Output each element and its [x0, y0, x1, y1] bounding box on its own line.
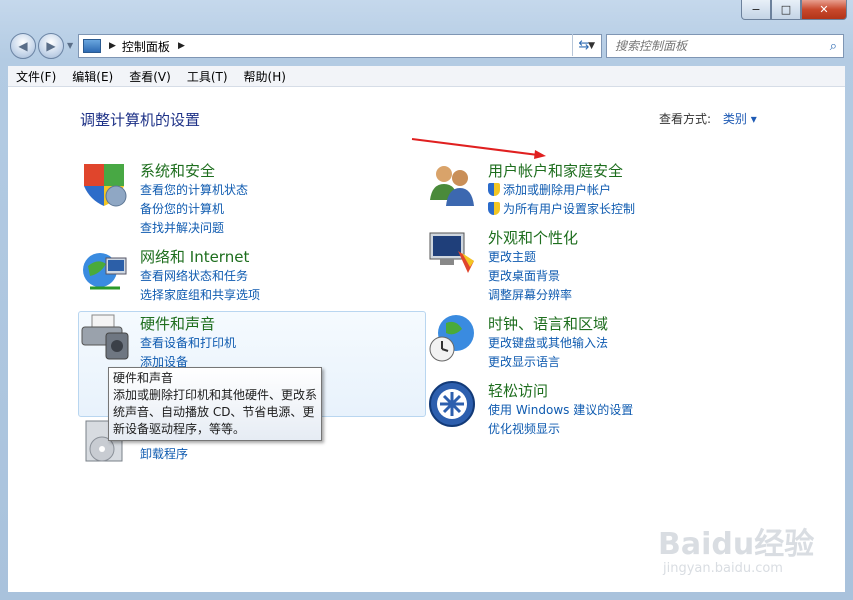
- link-parental-controls[interactable]: 为所有用户设置家长控制: [488, 200, 635, 217]
- category-title[interactable]: 外观和个性化: [488, 227, 578, 248]
- category-title[interactable]: 用户帐户和家庭安全: [488, 160, 623, 181]
- breadcrumb-separator-icon[interactable]: ▶: [109, 41, 116, 51]
- link-change-display-language[interactable]: 更改显示语言: [488, 353, 560, 370]
- back-button[interactable]: ◀: [10, 33, 36, 59]
- control-panel-window: − □ ✕ ◀ ▶ ▼ ▶ 控制面板 ▶ ▼ ⇆ ⌕ 文件(F) 编辑(E) 查…: [0, 0, 853, 600]
- users-icon: [430, 166, 474, 206]
- category-title[interactable]: 系统和安全: [140, 160, 215, 181]
- search-icon[interactable]: ⌕: [830, 39, 837, 54]
- menu-bar: 文件(F) 编辑(E) 查看(V) 工具(T) 帮助(H): [8, 66, 845, 87]
- page-title: 调整计算机的设置: [80, 111, 201, 129]
- category-title[interactable]: 轻松访问: [488, 380, 548, 401]
- refresh-button[interactable]: ⇆: [572, 34, 595, 56]
- link-change-desktop-background[interactable]: 更改桌面背景: [488, 267, 560, 284]
- clock-globe-icon: [429, 315, 474, 362]
- category-clock-language-region: 时钟、语言和区域 更改键盘或其他输入法 更改显示语言: [428, 313, 728, 371]
- caption-buttons: − □ ✕: [741, 0, 847, 20]
- link-view-computer-status[interactable]: 查看您的计算机状态: [140, 181, 248, 198]
- link-windows-recommended-settings[interactable]: 使用 Windows 建议的设置: [488, 401, 633, 418]
- link-network-status-tasks[interactable]: 查看网络状态和任务: [140, 267, 248, 284]
- recent-pages-dropdown[interactable]: ▼: [67, 41, 73, 50]
- tooltip-title: 硬件和声音: [113, 371, 174, 385]
- uac-shield-icon: [488, 183, 500, 196]
- link-change-keyboard-input[interactable]: 更改键盘或其他输入法: [488, 334, 608, 351]
- view-by: 查看方式: 类别 ▾: [659, 110, 757, 127]
- shield-icon: [84, 164, 127, 207]
- minimize-button[interactable]: −: [741, 0, 771, 20]
- breadcrumb-separator-icon[interactable]: ▶: [178, 41, 185, 51]
- menu-view[interactable]: 查看(V): [121, 66, 179, 86]
- menu-file[interactable]: 文件(F): [8, 66, 64, 86]
- printer-icon: [81, 314, 129, 360]
- content-area: 调整计算机的设置 查看方式: 类别 ▾ 系统和安全 查看您的计算机状态 备份您的…: [8, 87, 845, 592]
- menu-help[interactable]: 帮助(H): [236, 66, 294, 86]
- close-button[interactable]: ✕: [801, 0, 847, 20]
- link-add-remove-accounts[interactable]: 添加或删除用户帐户: [488, 181, 611, 198]
- maximize-button[interactable]: □: [771, 0, 801, 20]
- address-bar[interactable]: ▶ 控制面板 ▶ ▼: [78, 34, 602, 58]
- category-hardware-sound: 硬件和声音 查看设备和打印机 添加设备: [80, 313, 380, 371]
- refresh-icon: ⇆: [578, 37, 590, 53]
- navigation-bar: ◀ ▶ ▼ ▶ 控制面板 ▶ ▼ ⇆ ⌕: [10, 32, 844, 60]
- tooltip: 硬件和声音 添加或删除打印机和其他硬件、更改系统声音、自动播放 CD、节省电源、…: [108, 367, 322, 441]
- category-title[interactable]: 网络和 Internet: [140, 246, 249, 267]
- forward-arrow-icon: ▶: [46, 39, 56, 53]
- link-devices-printers[interactable]: 查看设备和打印机: [140, 334, 236, 351]
- baidu-watermark-logo: Baidu经验: [658, 527, 815, 562]
- category-network-internet: 网络和 Internet 查看网络状态和任务 选择家庭组和共享选项: [80, 246, 380, 304]
- category-user-accounts: 用户帐户和家庭安全 添加或删除用户帐户 为所有用户设置家长控制: [428, 160, 728, 218]
- baidu-watermark-url: jingyan.baidu.com: [663, 561, 783, 576]
- chevron-down-icon: ▾: [750, 112, 757, 126]
- link-backup-computer[interactable]: 备份您的计算机: [140, 200, 224, 217]
- monitor-palette-icon: [429, 232, 474, 273]
- view-by-label: 查看方式:: [659, 112, 712, 126]
- breadcrumb-control-panel[interactable]: 控制面板: [122, 38, 170, 55]
- ease-of-access-icon: [429, 381, 475, 427]
- category-title[interactable]: 硬件和声音: [140, 313, 215, 334]
- category-title[interactable]: 时钟、语言和区域: [488, 313, 608, 334]
- menu-edit[interactable]: 编辑(E): [64, 66, 121, 86]
- view-by-dropdown[interactable]: 类别 ▾: [723, 112, 757, 126]
- link-optimize-visual-display[interactable]: 优化视频显示: [488, 420, 560, 437]
- link-adjust-resolution[interactable]: 调整屏幕分辨率: [488, 286, 572, 303]
- search-box[interactable]: ⌕: [606, 34, 844, 58]
- menu-tools[interactable]: 工具(T): [179, 66, 236, 86]
- back-arrow-icon: ◀: [18, 39, 28, 53]
- tooltip-body: 添加或删除打印机和其他硬件、更改系统声音、自动播放 CD、节省电源、更新设备驱动…: [113, 388, 318, 436]
- network-globe-icon: [83, 253, 127, 290]
- control-panel-icon: [83, 39, 101, 53]
- forward-button[interactable]: ▶: [38, 33, 64, 59]
- category-ease-of-access: 轻松访问 使用 Windows 建议的设置 优化视频显示: [428, 380, 728, 438]
- link-uninstall-program[interactable]: 卸载程序: [140, 445, 188, 462]
- category-appearance: 外观和个性化 更改主题 更改桌面背景 调整屏幕分辨率: [428, 227, 728, 302]
- category-system-security: 系统和安全 查看您的计算机状态 备份您的计算机 查找并解决问题: [80, 160, 380, 235]
- link-change-theme[interactable]: 更改主题: [488, 248, 536, 265]
- uac-shield-icon: [488, 202, 500, 215]
- link-find-fix-problems[interactable]: 查找并解决问题: [140, 219, 224, 236]
- red-arrow-annotation: [411, 138, 546, 159]
- search-input[interactable]: [613, 38, 817, 54]
- link-homegroup-sharing[interactable]: 选择家庭组和共享选项: [140, 286, 260, 303]
